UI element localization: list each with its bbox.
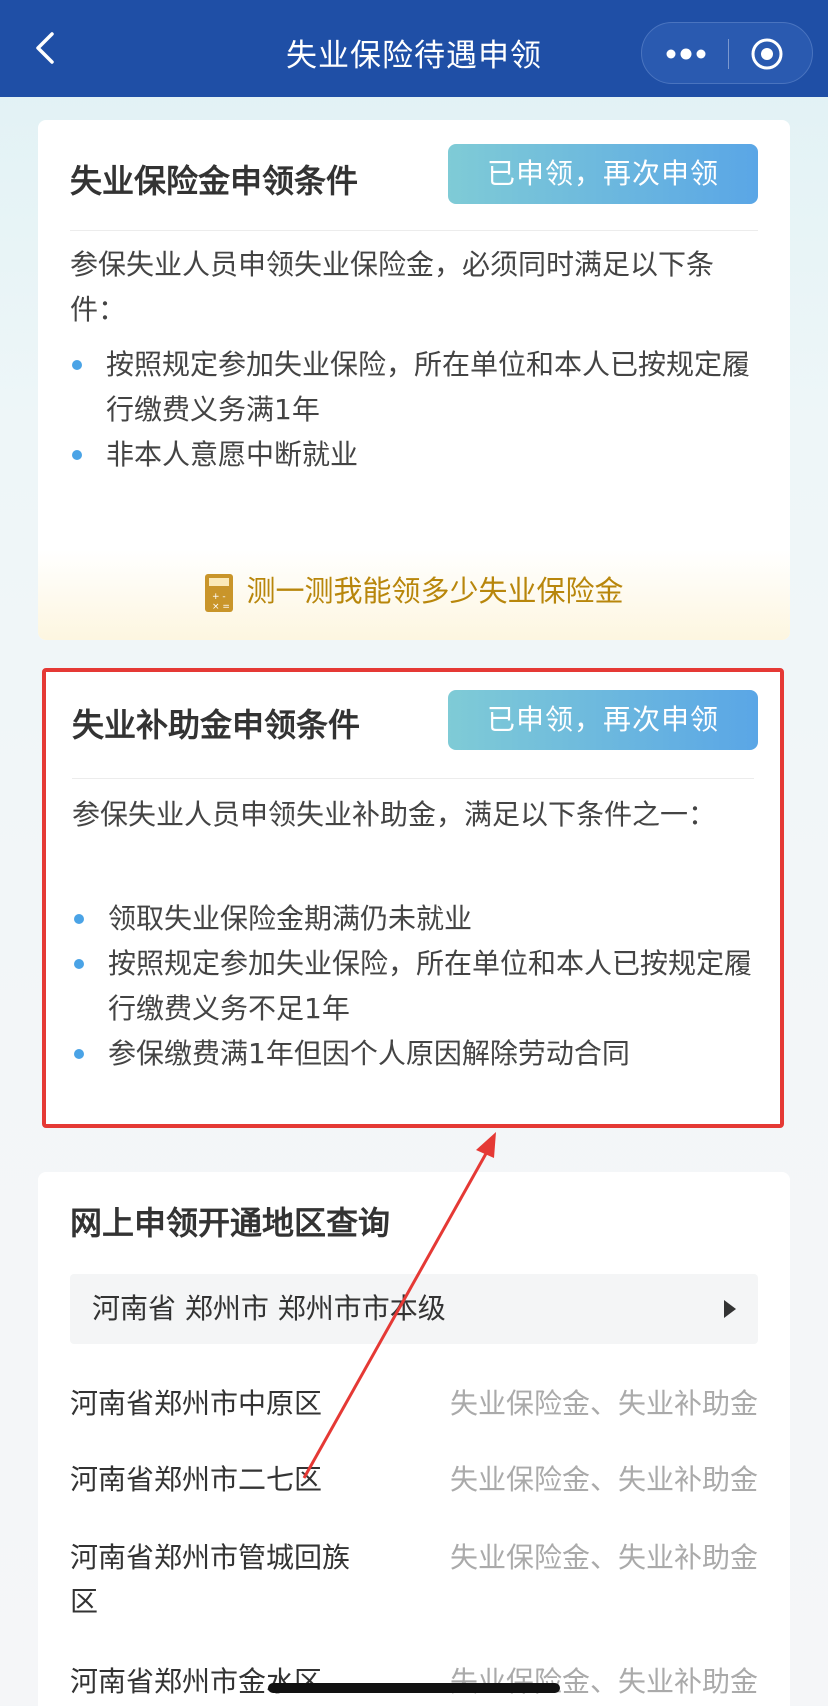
region-benefit-types: 失业保险金、失业补助金 <box>449 1541 758 1574</box>
mini-program-capsule <box>641 22 813 84</box>
list-item: 领取失业保险金期满仍未就业 <box>72 896 762 941</box>
reapply-button[interactable]: 已申领，再次申领 <box>448 690 758 750</box>
region-query-card: 网上申领开通地区查询 河南省 郑州市 郑州市市本级 河南省郑州市中原区 失业保险… <box>38 1172 790 1706</box>
calculator-link-text: 测一测我能领多少失业保险金 <box>246 574 624 608</box>
list-item: 参保缴费满1年但因个人原因解除劳动合同 <box>72 1031 762 1076</box>
caret-right-icon <box>724 1300 736 1318</box>
insurance-conditions-card: 失业保险金申领条件 已申领，再次申领 参保失业人员申领失业保险金，必须同时满足以… <box>38 120 790 640</box>
region-benefit-types: 失业保险金、失业补助金 <box>449 1387 758 1420</box>
region-name: 河南省郑州市中原区 <box>70 1387 323 1420</box>
calculator-link[interactable]: + - × = 测一测我能领多少失业保险金 <box>38 568 790 613</box>
svg-text:+ -: + - <box>212 592 226 602</box>
selected-region: 河南省 郑州市 郑州市市本级 <box>92 1292 446 1325</box>
capsule-divider <box>728 39 729 69</box>
nav-bar: 失业保险待遇申领 <box>0 0 828 97</box>
region-benefit-types: 失业保险金、失业补助金 <box>449 1463 758 1496</box>
card-title: 失业补助金申领条件 <box>72 706 361 744</box>
region-name: 河南省郑州市金水区 <box>70 1665 323 1698</box>
region-name: 河南省郑州市管城回族区 <box>70 1541 351 1618</box>
divider <box>72 778 754 779</box>
conditions-list: 按照规定参加失业保险，所在单位和本人已按规定履行缴费义务满1年 非本人意愿中断就… <box>70 342 760 477</box>
calculator-strip: + - × = 测一测我能领多少失业保险金 <box>38 550 790 640</box>
conditions-intro: 参保失业人员申领失业补助金，满足以下条件之一： <box>72 798 717 831</box>
conditions-list: 领取失业保险金期满仍未就业 按照规定参加失业保险，所在单位和本人已按规定履行缴费… <box>72 896 762 1076</box>
svg-text:× =: × = <box>212 602 230 612</box>
more-dots-icon[interactable] <box>664 43 708 65</box>
region-selector[interactable]: 河南省 郑州市 郑州市市本级 <box>70 1274 758 1344</box>
region-name: 河南省郑州市二七区 <box>70 1463 323 1496</box>
list-item: 按照规定参加失业保险，所在单位和本人已按规定履行缴费义务不足1年 <box>72 941 762 1031</box>
divider <box>70 230 758 231</box>
list-item: 非本人意愿中断就业 <box>70 432 760 477</box>
reapply-button[interactable]: 已申领，再次申领 <box>448 144 758 204</box>
card-title: 失业保险金申领条件 <box>70 162 359 200</box>
close-target-icon[interactable] <box>750 37 784 71</box>
region-benefit-types: 失业保险金、失业补助金 <box>449 1665 758 1698</box>
list-item: 按照规定参加失业保险，所在单位和本人已按规定履行缴费义务满1年 <box>70 342 760 432</box>
conditions-intro: 参保失业人员申领失业保险金，必须同时满足以下条件： <box>70 248 715 326</box>
calculator-icon: + - × = <box>205 574 234 612</box>
home-indicator <box>268 1683 560 1693</box>
card-title: 网上申领开通地区查询 <box>70 1204 391 1242</box>
subsidy-conditions-card: 失业补助金申领条件 已申领，再次申领 参保失业人员申领失业补助金，满足以下条件之… <box>42 668 784 1128</box>
